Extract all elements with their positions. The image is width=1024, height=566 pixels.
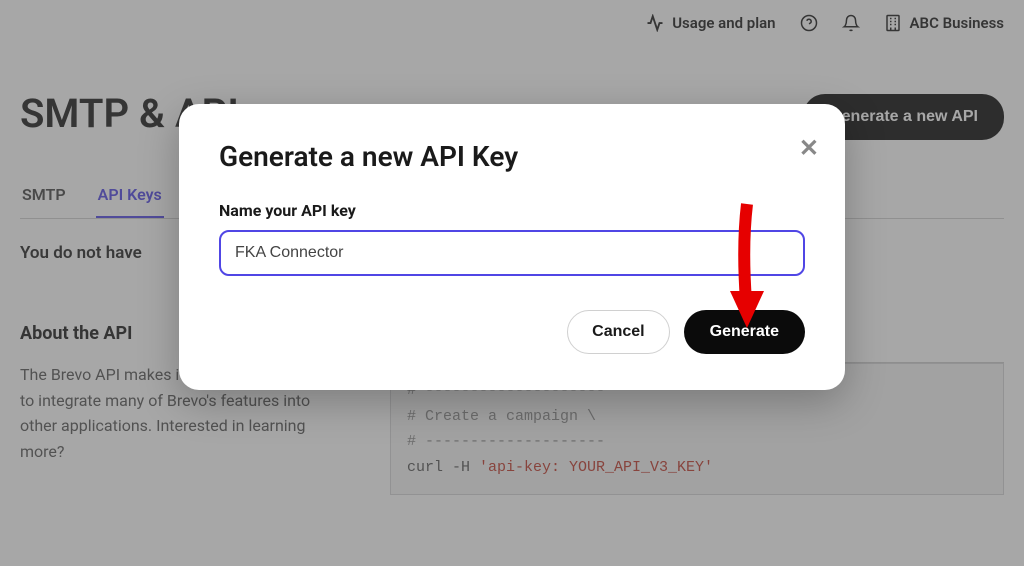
close-icon[interactable]: ✕ [799,136,819,160]
modal-overlay[interactable]: ✕ Generate a new API Key Name your API k… [0,0,1024,566]
modal-title: Generate a new API Key [219,140,805,173]
cancel-button[interactable]: Cancel [567,310,669,354]
generate-button[interactable]: Generate [684,310,805,354]
generate-api-key-modal: ✕ Generate a new API Key Name your API k… [179,104,845,390]
api-key-name-input[interactable] [219,230,805,276]
api-key-name-label: Name your API key [219,201,805,220]
modal-actions: Cancel Generate [219,310,805,354]
